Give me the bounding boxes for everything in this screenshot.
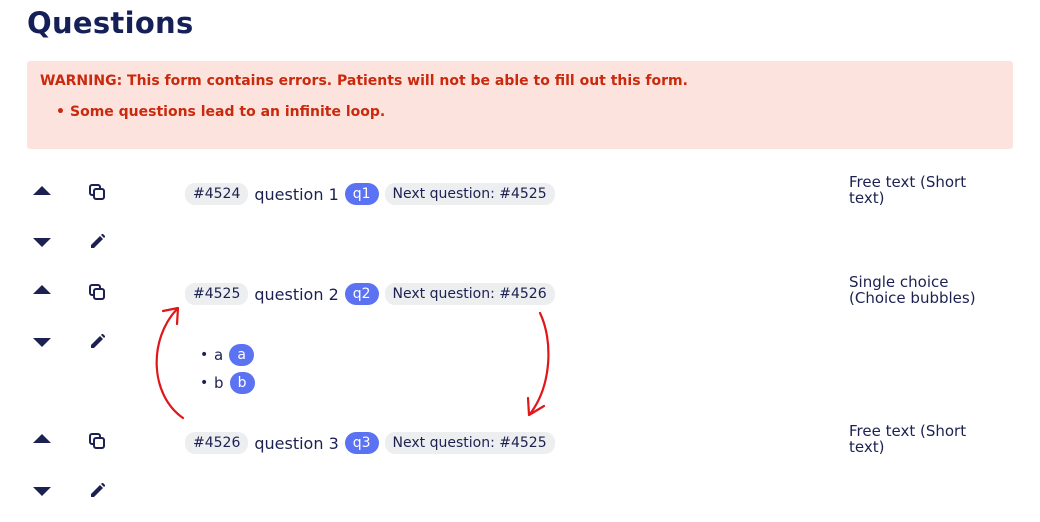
loop-arrowhead-right: [526, 396, 546, 417]
copy-icon: [89, 184, 105, 200]
next-question-chip[interactable]: Next question: #4525: [384, 183, 555, 205]
alert-item: Some questions lead to an infinite loop.: [70, 104, 385, 120]
choice-label: b: [214, 374, 224, 392]
question-id-chip[interactable]: #4526: [185, 432, 249, 454]
pencil-icon: [91, 334, 105, 348]
question-type-line: text): [849, 438, 885, 456]
copy-icon: [89, 284, 105, 300]
choice-item: • a a: [200, 341, 255, 369]
question-line: #4525 question 2 q2 Next question: #4526: [185, 283, 555, 305]
move-down-button[interactable]: [27, 480, 57, 504]
question-type-line: Free text (Short: [849, 422, 967, 440]
choice-label: a: [214, 346, 224, 364]
alert-title: WARNING: This form contains errors. Pati…: [40, 73, 688, 89]
move-up-button[interactable]: [27, 178, 57, 202]
loop-arrow-left: [155, 307, 185, 420]
question-line: #4524 question 1 q1 Next question: #4525: [185, 183, 555, 205]
choice-item: • b b: [200, 369, 255, 397]
question-type: Free text (Short text): [849, 423, 999, 455]
edit-button[interactable]: [82, 330, 112, 354]
question-id-chip[interactable]: #4524: [185, 183, 249, 205]
question-type: Single choice (Choice bubbles): [849, 274, 999, 306]
next-question-chip[interactable]: Next question: #4526: [384, 283, 555, 305]
question-id-chip[interactable]: #4525: [185, 283, 249, 305]
choice-value-badge: a: [229, 344, 255, 366]
pencil-icon: [91, 234, 105, 248]
next-question-chip[interactable]: Next question: #4525: [384, 432, 555, 454]
variable-badge: q3: [344, 432, 379, 454]
duplicate-button[interactable]: [82, 429, 112, 453]
question-type: Free text (Short text): [849, 174, 999, 206]
loop-arrowhead-left: [161, 306, 180, 326]
question-text: question 3: [254, 433, 339, 453]
choice-list: • a a • b b: [200, 341, 255, 397]
question-type-line: Free text (Short: [849, 173, 967, 191]
error-alert: WARNING: This form contains errors. Pati…: [27, 61, 1013, 149]
edit-button[interactable]: [82, 479, 112, 503]
question-text: question 2: [254, 284, 339, 304]
pencil-icon: [91, 483, 105, 497]
loop-arrow-right: [528, 311, 550, 416]
question-type-line: Single choice: [849, 273, 949, 291]
page-title: Questions: [27, 6, 194, 40]
variable-badge: q1: [344, 183, 379, 205]
bullet: •: [200, 347, 209, 363]
copy-icon: [89, 433, 105, 449]
question-type-line: text): [849, 189, 885, 207]
edit-button[interactable]: [82, 230, 112, 254]
move-up-button[interactable]: [27, 277, 57, 301]
move-up-button[interactable]: [27, 426, 57, 450]
chevron-down-icon: [33, 338, 51, 347]
choice-value-badge: b: [229, 372, 255, 394]
question-line: #4526 question 3 q3 Next question: #4525: [185, 432, 555, 454]
alert-list: Some questions lead to an infinite loop.: [70, 104, 385, 120]
variable-badge: q2: [344, 283, 379, 305]
chevron-up-icon: [33, 285, 51, 294]
move-down-button[interactable]: [27, 231, 57, 255]
chevron-up-icon: [33, 186, 51, 195]
duplicate-button[interactable]: [82, 280, 112, 304]
chevron-up-icon: [33, 434, 51, 443]
question-type-line: (Choice bubbles): [849, 289, 976, 307]
question-text: question 1: [254, 184, 339, 204]
bullet: •: [200, 375, 209, 391]
chevron-down-icon: [33, 238, 51, 247]
chevron-down-icon: [33, 487, 51, 496]
duplicate-button[interactable]: [82, 180, 112, 204]
move-down-button[interactable]: [27, 331, 57, 355]
